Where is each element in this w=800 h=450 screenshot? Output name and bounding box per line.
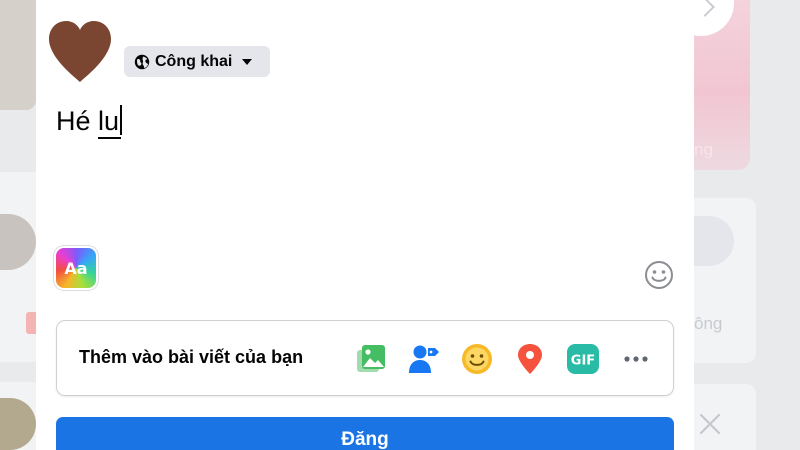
profile-avatar-heart-icon[interactable]	[46, 18, 114, 84]
add-to-post-panel: Thêm vào bài viết của bạn GIF	[56, 320, 674, 396]
caret-down-icon	[242, 58, 253, 65]
post-button[interactable]: Đăng	[56, 417, 674, 450]
close-icon	[699, 413, 721, 435]
post-text-input[interactable]: Hé lu	[56, 104, 656, 224]
background-reaction-icon	[26, 312, 36, 334]
feeling-activity-button[interactable]	[460, 342, 494, 376]
check-in-icon	[518, 344, 542, 374]
emoji-icon[interactable]	[644, 260, 674, 290]
more-options-button[interactable]	[619, 342, 653, 376]
create-post-dialog: Công khai Hé lu Aa Thêm vào bài viết của…	[36, 0, 694, 450]
background-post-image	[0, 0, 36, 110]
more-icon	[624, 356, 648, 362]
globe-icon	[134, 54, 150, 70]
post-text-prefix: Hé	[56, 106, 99, 136]
tag-people-icon	[409, 345, 439, 373]
photo-video-icon	[357, 345, 385, 372]
gif-icon: GIF	[567, 344, 599, 374]
audience-selector-button[interactable]: Công khai	[124, 46, 270, 77]
tag-people-button[interactable]	[407, 342, 441, 376]
audience-label: Công khai	[155, 52, 233, 70]
photo-video-button[interactable]	[354, 342, 388, 376]
gif-button[interactable]: GIF	[566, 342, 600, 376]
check-in-button[interactable]	[513, 342, 547, 376]
text-cursor	[120, 105, 122, 135]
background-card-text: ông	[694, 314, 723, 333]
add-to-post-label: Thêm vào bài viết của bạn	[79, 347, 304, 367]
feeling-icon	[462, 344, 492, 374]
post-text-composing: lu	[98, 106, 120, 136]
text-format-button[interactable]: Aa	[56, 248, 96, 288]
svg-text:GIF: GIF	[571, 354, 595, 369]
background-story-text: ng	[694, 140, 713, 159]
